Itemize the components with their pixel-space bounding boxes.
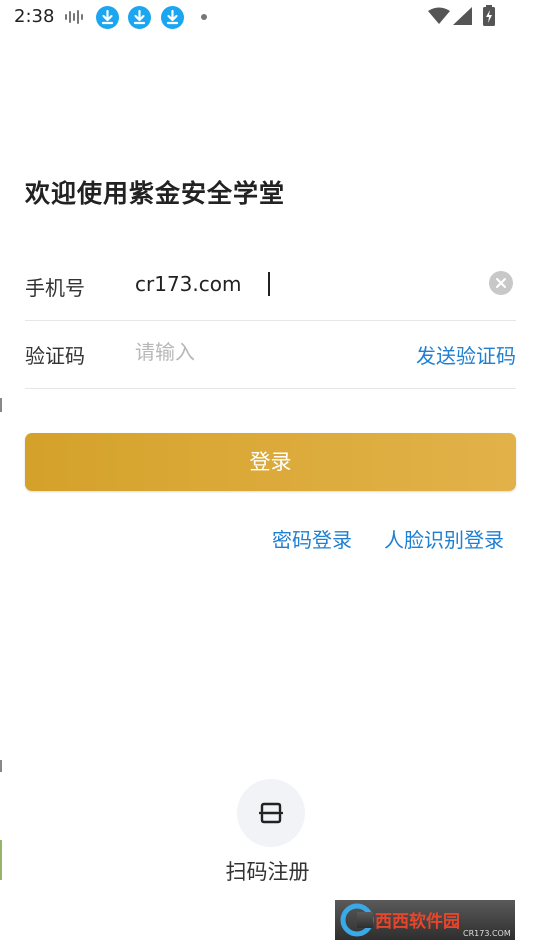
audio-wave-icon — [65, 10, 83, 24]
clear-button[interactable] — [489, 271, 513, 295]
scan-register-label: 扫码注册 — [225, 860, 310, 884]
login-button[interactable]: 登录 — [25, 433, 516, 491]
wifi-icon — [428, 7, 450, 24]
status-bar: 2:38 — [0, 0, 535, 36]
watermark-domain: CR173.COM — [463, 929, 511, 938]
edge-mark — [0, 760, 2, 772]
scan-icon — [259, 802, 283, 824]
face-login-link[interactable]: 人脸识别登录 — [384, 524, 504, 553]
scan-register-button[interactable] — [237, 779, 305, 847]
notification-dot-icon — [201, 14, 207, 20]
phone-input[interactable] — [135, 266, 435, 302]
download-icon — [128, 6, 151, 29]
battery-charging-icon — [483, 5, 495, 26]
edge-mark — [0, 398, 2, 412]
page-title: 欢迎使用紫金安全学堂 — [25, 179, 286, 208]
status-time: 2:38 — [14, 6, 55, 27]
phone-label: 手机号 — [25, 276, 85, 300]
code-label: 验证码 — [25, 344, 85, 368]
code-input[interactable] — [135, 334, 435, 370]
download-icon — [161, 6, 184, 29]
password-login-link[interactable]: 密码登录 — [272, 524, 352, 553]
text-caret — [268, 272, 270, 296]
close-icon — [496, 278, 506, 288]
signal-icon — [453, 7, 472, 25]
send-code-button[interactable]: 发送验证码 — [416, 340, 516, 369]
watermark-logo: 西西软件园 CR173.COM — [335, 900, 515, 940]
download-icon — [96, 6, 119, 29]
watermark-brand: 西西软件园 — [375, 911, 460, 932]
code-row: 验证码 发送验证码 — [25, 318, 516, 389]
phone-row: 手机号 — [25, 250, 516, 321]
